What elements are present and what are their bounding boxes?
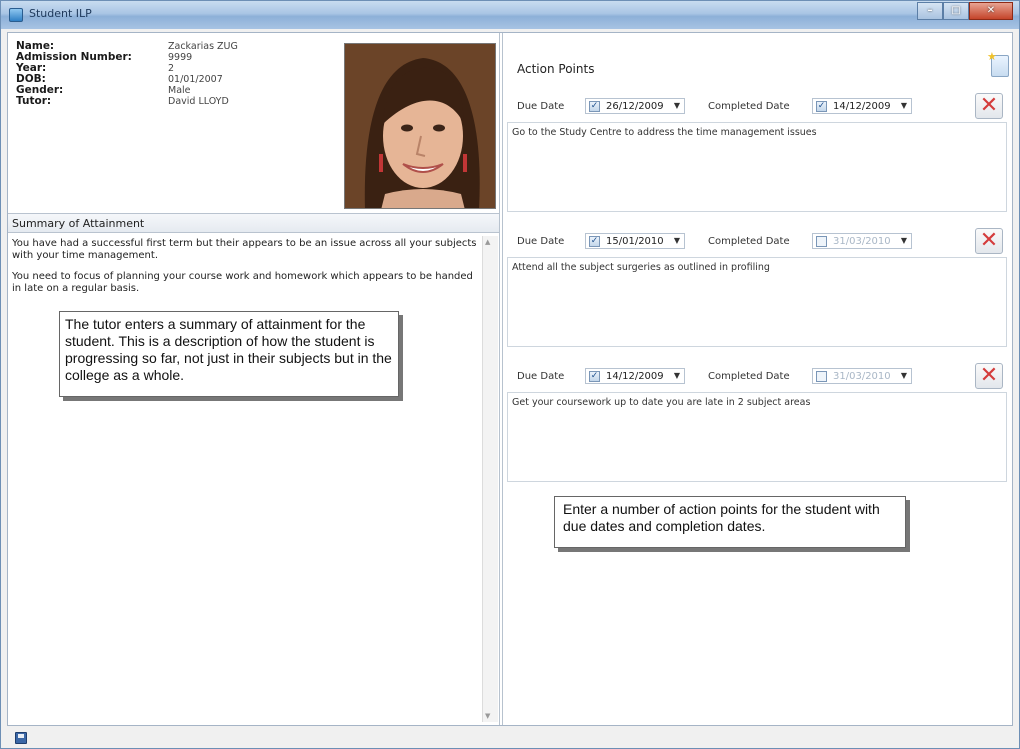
detail-row-year: Year: 2: [16, 63, 238, 75]
detail-label: Tutor:: [16, 95, 52, 107]
completed-date-label: Completed Date: [708, 101, 790, 112]
new-action-point-icon[interactable]: [987, 50, 1009, 77]
student-photo-image: [345, 44, 495, 208]
close-icon: ✕: [986, 5, 996, 16]
action-point-textarea[interactable]: Go to the Study Centre to address the ti…: [507, 122, 1007, 212]
detail-value: 9999: [168, 52, 193, 63]
action-point-textarea[interactable]: Attend all the subject surgeries as outl…: [507, 257, 1007, 347]
chevron-down-icon[interactable]: ▼: [674, 101, 680, 110]
detail-row-tutor: Tutor: David LLOYD: [16, 95, 238, 108]
student-ilp-window: Student ILP – □ ✕ Name: Zackarias ZUG Ad…: [0, 0, 1020, 749]
completed-date-checkbox[interactable]: ✓: [816, 371, 827, 382]
maximize-icon: □: [951, 5, 961, 16]
application-icon: [9, 8, 23, 22]
action-point-textarea[interactable]: Get your coursework up to date you are l…: [507, 392, 1007, 482]
completed-date-picker[interactable]: ✓ 31/03/2010 ▼: [812, 368, 912, 384]
detail-value: 01/01/2007: [168, 74, 223, 85]
chevron-down-icon[interactable]: ▼: [901, 371, 907, 380]
completed-date-value: 31/03/2010: [833, 236, 891, 247]
summary-textarea[interactable]: You have had a successful first term but…: [10, 236, 480, 720]
student-photo: [344, 43, 496, 209]
action-point: Due Date ✓ 15/01/2010 ▼ Completed Date ✓…: [507, 226, 1007, 356]
due-date-value: 14/12/2009: [606, 371, 664, 382]
summary-paragraph: You need to focus of planning your cours…: [12, 271, 473, 294]
action-point: Due Date ✓ 14/12/2009 ▼ Completed Date ✓…: [507, 361, 1007, 491]
due-date-checkbox[interactable]: ✓: [589, 236, 600, 247]
due-date-label: Due Date: [517, 371, 565, 382]
maximize-button[interactable]: □: [943, 2, 969, 20]
chevron-down-icon[interactable]: ▼: [901, 101, 907, 110]
close-button[interactable]: ✕: [969, 2, 1013, 20]
student-details: Name: Zackarias ZUG Admission Number: 99…: [16, 41, 238, 108]
completed-date-value: 14/12/2009: [833, 101, 891, 112]
due-date-label: Due Date: [517, 101, 565, 112]
due-date-checkbox[interactable]: ✓: [589, 371, 600, 382]
scroll-up-icon[interactable]: ▲: [485, 238, 490, 246]
due-date-value: 26/12/2009: [606, 101, 664, 112]
due-date-picker[interactable]: ✓ 26/12/2009 ▼: [585, 98, 685, 114]
delete-x-icon: ✕: [979, 363, 999, 388]
delete-x-icon: ✕: [979, 93, 999, 118]
due-date-picker[interactable]: ✓ 14/12/2009 ▼: [585, 368, 685, 384]
summary-paragraph: You have had a successful first term but…: [12, 238, 477, 261]
due-date-label: Due Date: [517, 236, 565, 247]
action-point: Due Date ✓ 26/12/2009 ▼ Completed Date ✓…: [507, 91, 1007, 221]
detail-value: 2: [168, 63, 175, 74]
due-date-picker[interactable]: ✓ 15/01/2010 ▼: [585, 233, 685, 249]
save-icon[interactable]: [15, 732, 27, 744]
minimize-icon: –: [927, 5, 933, 16]
completed-date-value: 31/03/2010: [833, 371, 891, 382]
action-points-panel: Action Points Due Date ✓ 26/12/2009 ▼ Co…: [502, 33, 1012, 725]
chevron-down-icon[interactable]: ▼: [674, 236, 680, 245]
summary-heading: Summary of Attainment: [8, 213, 499, 233]
window-title: Student ILP: [29, 7, 92, 20]
status-bar: [7, 727, 1013, 749]
due-date-value: 15/01/2010: [606, 236, 664, 247]
completed-date-checkbox[interactable]: ✓: [816, 101, 827, 112]
detail-value: David LLOYD: [168, 96, 229, 107]
completed-date-label: Completed Date: [708, 371, 790, 382]
delete-action-button[interactable]: ✕: [975, 93, 1003, 119]
summary-callout: The tutor enters a summary of attainment…: [59, 311, 399, 397]
completed-date-picker[interactable]: ✓ 31/03/2010 ▼: [812, 233, 912, 249]
completed-date-picker[interactable]: ✓ 14/12/2009 ▼: [812, 98, 912, 114]
title-bar[interactable]: Student ILP – □ ✕: [1, 1, 1019, 29]
minimize-button[interactable]: –: [917, 2, 943, 20]
detail-row-admission: Admission Number: 9999: [16, 52, 238, 64]
detail-value: Male: [168, 85, 191, 96]
chevron-down-icon[interactable]: ▼: [901, 236, 907, 245]
completed-date-label: Completed Date: [708, 236, 790, 247]
scroll-down-icon[interactable]: ▼: [485, 712, 490, 720]
action-points-title: Action Points: [517, 62, 595, 76]
action-points-callout: Enter a number of action points for the …: [554, 496, 906, 548]
detail-value: Zackarias ZUG: [168, 41, 238, 52]
completed-date-checkbox[interactable]: ✓: [816, 236, 827, 247]
delete-action-button[interactable]: ✕: [975, 228, 1003, 254]
chevron-down-icon[interactable]: ▼: [674, 371, 680, 380]
delete-action-button[interactable]: ✕: [975, 363, 1003, 389]
summary-scrollbar[interactable]: ▲ ▼: [482, 236, 498, 722]
delete-x-icon: ✕: [979, 228, 999, 253]
due-date-checkbox[interactable]: ✓: [589, 101, 600, 112]
